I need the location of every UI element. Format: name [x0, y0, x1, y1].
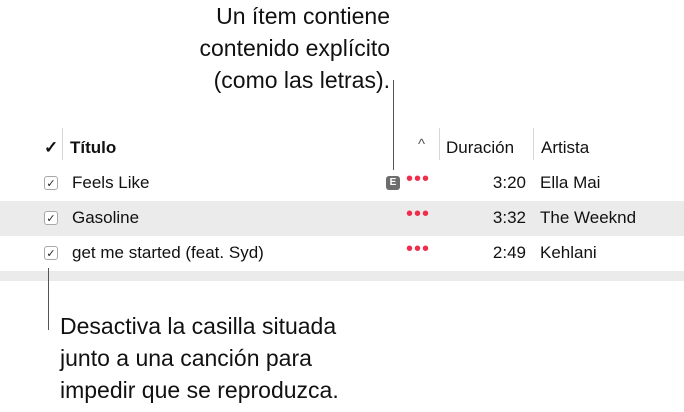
callout-explicit-line-3: (como las letras). [213, 67, 390, 93]
song-title: Gasoline [72, 208, 140, 227]
sort-ascending-icon[interactable]: ^ [418, 136, 425, 153]
song-row[interactable]: ✓ Feels Like E ••• 3:20 Ella Mai [0, 166, 684, 201]
header-divider [439, 128, 440, 160]
callout-checkbox-line-1: Desactiva la casilla situada [60, 313, 337, 339]
song-title: Feels Like [72, 173, 150, 192]
callout-checkbox-line-2: junto a una canción para [60, 345, 312, 371]
empty-row [0, 271, 684, 281]
song-row[interactable]: ✓ Gasoline ••• 3:32 The Weeknd [0, 201, 684, 236]
callout-explicit-line-1: Un ítem contiene [216, 3, 390, 29]
header-artist-column[interactable]: Artista [541, 138, 589, 158]
header-divider [62, 128, 63, 160]
song-artist: The Weeknd [540, 208, 637, 227]
song-enabled-checkbox[interactable]: ✓ [44, 211, 58, 225]
song-list-header: ✓ Título ^ Duración Artista [0, 132, 684, 166]
header-divider [533, 128, 534, 160]
callout-explicit: Un ítem contiene contenido explícito (co… [120, 0, 390, 96]
header-title-column[interactable]: Título [70, 138, 116, 158]
explicit-badge-icon: E [386, 176, 400, 190]
more-options-icon[interactable]: ••• [406, 203, 430, 226]
song-duration: 2:49 [492, 243, 526, 262]
callout-explicit-line-2: contenido explícito [199, 35, 390, 61]
song-title: get me started (feat. Syd) [72, 243, 264, 262]
header-check-column[interactable]: ✓ [44, 138, 58, 158]
header-duration-column[interactable]: Duración [446, 138, 514, 158]
song-artist: Ella Mai [540, 173, 601, 192]
callout-checkbox: Desactiva la casilla situada junto a una… [60, 310, 480, 406]
song-row[interactable]: ✓ get me started (feat. Syd) ••• 2:49 Ke… [0, 236, 684, 271]
more-options-icon[interactable]: ••• [406, 168, 430, 191]
more-options-icon[interactable]: ••• [406, 238, 430, 261]
callout-checkbox-leader-line [48, 268, 49, 330]
song-duration: 3:32 [492, 208, 526, 227]
song-enabled-checkbox[interactable]: ✓ [44, 246, 58, 260]
song-artist: Kehlani [540, 243, 597, 262]
song-duration: 3:20 [492, 173, 526, 192]
song-enabled-checkbox[interactable]: ✓ [44, 176, 58, 190]
callout-checkbox-line-3: impedir que se reproduzca. [60, 377, 339, 403]
